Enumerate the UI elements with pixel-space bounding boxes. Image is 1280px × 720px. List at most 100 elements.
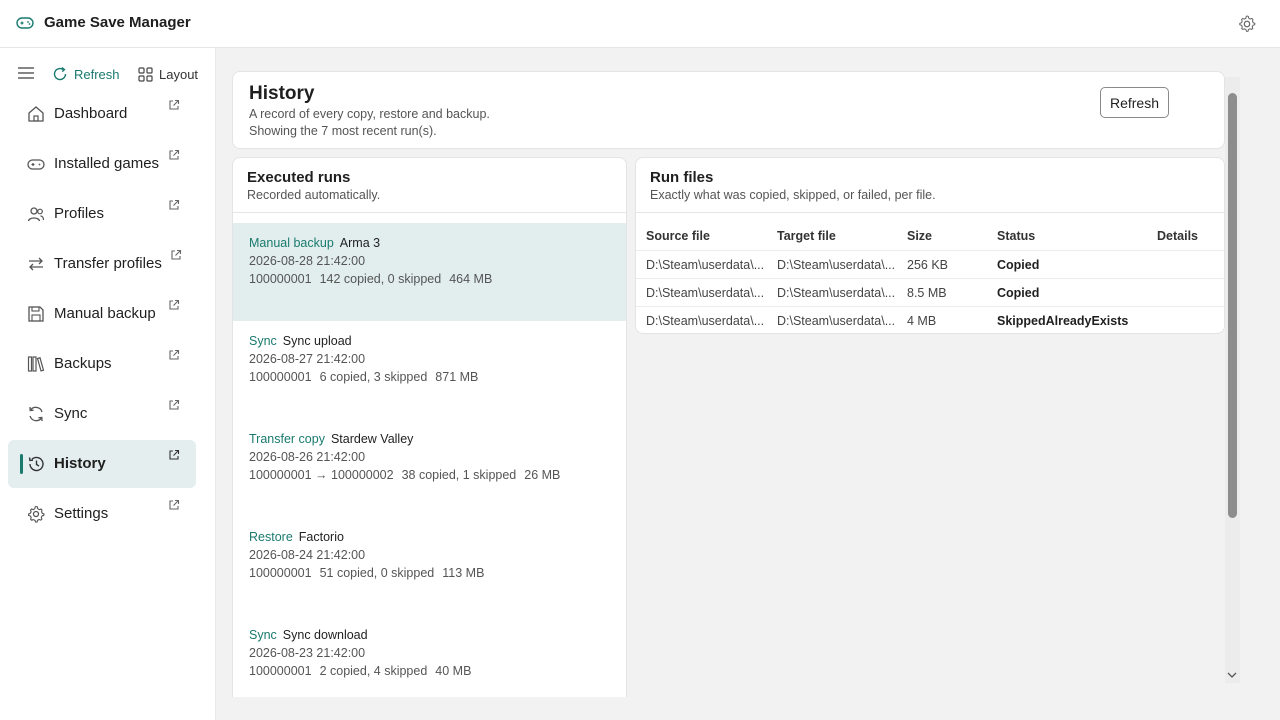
run-list-item[interactable]: Sync Sync upload 2026-08-27 21:42:00 1000… bbox=[233, 321, 626, 419]
divider bbox=[233, 212, 626, 213]
run-size: 113 MB bbox=[442, 566, 485, 580]
sidebar-item-dashboard[interactable]: Dashboard bbox=[8, 90, 196, 138]
run-date: 2026-08-28 21:42:00 bbox=[249, 254, 366, 268]
sidebar-item-installed-games[interactable]: Installed games bbox=[8, 140, 196, 188]
run-size: 26 MB bbox=[524, 468, 561, 482]
sidebar-item-manual-backup[interactable]: Manual backup bbox=[8, 290, 196, 338]
run-list-item[interactable]: Manual backup Arma 3 2026-08-28 21:42:00 … bbox=[233, 223, 626, 321]
refresh-button[interactable]: Refresh bbox=[1100, 87, 1169, 118]
run-counts: 142 copied, 0 skipped bbox=[319, 272, 442, 286]
open-external-icon[interactable] bbox=[170, 249, 182, 261]
scrollbar-thumb[interactable] bbox=[1228, 93, 1237, 518]
files-title: Run files bbox=[650, 169, 714, 186]
page-subtitle: A record of every copy, restore and back… bbox=[249, 107, 490, 121]
run-size: 40 MB bbox=[435, 664, 472, 678]
toolbar-refresh-button[interactable]: Refresh bbox=[52, 64, 120, 84]
executed-runs-card: Executed runs Recorded automatically. Ma… bbox=[232, 157, 627, 697]
open-external-icon[interactable] bbox=[168, 499, 180, 511]
cell-target: D:\Steam\userdata\... bbox=[777, 258, 896, 272]
gamepad-icon bbox=[16, 17, 34, 29]
run-size: 871 MB bbox=[435, 370, 479, 384]
column-header-status[interactable]: Status bbox=[997, 229, 1035, 243]
sidebar-item-label: Manual backup bbox=[54, 305, 156, 322]
active-indicator bbox=[20, 454, 23, 474]
run-ids: 100000001 → 100000002 bbox=[249, 468, 394, 482]
cell-target: D:\Steam\userdata\... bbox=[777, 286, 896, 300]
cell-size: 256 KB bbox=[907, 258, 949, 272]
run-counts: 6 copied, 3 skipped bbox=[319, 370, 428, 384]
column-header-size[interactable]: Size bbox=[907, 229, 932, 243]
open-external-icon[interactable] bbox=[168, 149, 180, 161]
sidebar-item-label: Profiles bbox=[54, 205, 105, 222]
toolbar-layout-label: Layout bbox=[159, 66, 199, 82]
run-name: Stardew Valley bbox=[330, 432, 414, 446]
title-bar: Game Save Manager bbox=[0, 0, 1280, 48]
app-title: Game Save Manager bbox=[44, 14, 191, 31]
sidebar-item-transfer-profiles[interactable]: Transfer profiles bbox=[8, 240, 196, 288]
run-list-item[interactable]: Transfer copy Stardew Valley 2026-08-26 2… bbox=[233, 419, 626, 517]
run-counts: 51 copied, 0 skipped bbox=[319, 566, 435, 580]
table-row[interactable]: D:\Steam\userdata\... D:\Steam\userdata\… bbox=[636, 306, 1224, 334]
sidebar-item-sync[interactable]: Sync bbox=[8, 390, 196, 438]
sidebar-item-label: Dashboard bbox=[54, 105, 128, 122]
sidebar-item-profiles[interactable]: Profiles bbox=[8, 190, 196, 238]
sidebar-item-history[interactable]: History bbox=[8, 440, 196, 488]
layout-grid-icon bbox=[138, 66, 153, 82]
run-ids: 100000001 bbox=[249, 566, 312, 580]
run-type: Sync bbox=[249, 334, 277, 348]
page-title: History bbox=[249, 83, 315, 104]
open-external-icon[interactable] bbox=[168, 199, 180, 211]
toolbar-layout-button[interactable]: Layout bbox=[138, 64, 198, 84]
run-name: Factorio bbox=[298, 530, 344, 544]
open-external-icon[interactable] bbox=[168, 99, 180, 111]
gear-icon bbox=[28, 505, 45, 523]
run-ids: 100000001 bbox=[249, 370, 312, 384]
table-row[interactable]: D:\Steam\userdata\... D:\Steam\userdata\… bbox=[636, 250, 1224, 278]
column-header-details[interactable]: Details bbox=[1157, 229, 1198, 243]
sync-icon bbox=[29, 406, 43, 422]
open-external-icon[interactable] bbox=[168, 349, 180, 361]
history-icon bbox=[28, 456, 44, 472]
cell-source: D:\Steam\userdata\... bbox=[646, 258, 765, 272]
save-icon bbox=[28, 306, 44, 322]
run-list-item[interactable]: Sync Sync download 2026-08-23 21:42:00 10… bbox=[233, 615, 626, 697]
cell-status: Copied bbox=[997, 258, 1040, 272]
runs-title: Executed runs bbox=[247, 169, 351, 186]
run-count-text: Showing the 7 most recent run(s). bbox=[249, 124, 437, 138]
sidebar-item-backups[interactable]: Backups bbox=[8, 340, 196, 388]
cell-size: 8.5 MB bbox=[907, 286, 947, 300]
sidebar-item-label: History bbox=[54, 455, 106, 472]
hamburger-menu-icon[interactable] bbox=[18, 66, 34, 80]
cell-status: SkippedAlreadyExists bbox=[997, 314, 1129, 328]
run-date: 2026-08-24 21:42:00 bbox=[249, 548, 366, 562]
open-external-icon[interactable] bbox=[168, 299, 180, 311]
run-type: Sync bbox=[249, 628, 277, 642]
run-name: Sync upload bbox=[282, 334, 352, 348]
cell-status: Copied bbox=[997, 286, 1040, 300]
runs-subtitle: Recorded automatically. bbox=[247, 188, 381, 202]
open-external-icon[interactable] bbox=[168, 449, 180, 461]
run-name: Arma 3 bbox=[339, 236, 381, 250]
scroll-down-arrow-icon[interactable] bbox=[1226, 670, 1238, 680]
cell-target: D:\Steam\userdata\... bbox=[777, 314, 896, 328]
run-list-item[interactable]: Restore Factorio 2026-08-24 21:42:00 1000… bbox=[233, 517, 626, 615]
run-type: Restore bbox=[249, 530, 293, 544]
settings-gear-icon[interactable] bbox=[1238, 15, 1256, 33]
sidebar-item-label: Settings bbox=[54, 505, 109, 522]
open-external-icon[interactable] bbox=[168, 399, 180, 411]
run-counts: 2 copied, 4 skipped bbox=[319, 664, 428, 678]
run-ids: 100000001 bbox=[249, 664, 312, 678]
sidebar-item-settings[interactable]: Settings bbox=[8, 490, 196, 538]
run-files-card: Run files Exactly what was copied, skipp… bbox=[635, 157, 1226, 334]
library-icon bbox=[27, 356, 45, 372]
column-header-source[interactable]: Source file bbox=[646, 229, 710, 243]
sidebar: Refresh Layout Dashboard Installed games… bbox=[0, 48, 216, 720]
table-row[interactable]: D:\Steam\userdata\... D:\Steam\userdata\… bbox=[636, 278, 1224, 306]
refresh-icon bbox=[53, 66, 67, 81]
column-header-target[interactable]: Target file bbox=[777, 229, 836, 243]
cell-source: D:\Steam\userdata\... bbox=[646, 286, 765, 300]
run-type: Manual backup bbox=[249, 236, 334, 250]
run-date: 2026-08-27 21:42:00 bbox=[249, 352, 366, 366]
toolbar-refresh-label: Refresh bbox=[74, 66, 120, 82]
divider bbox=[636, 212, 1226, 213]
